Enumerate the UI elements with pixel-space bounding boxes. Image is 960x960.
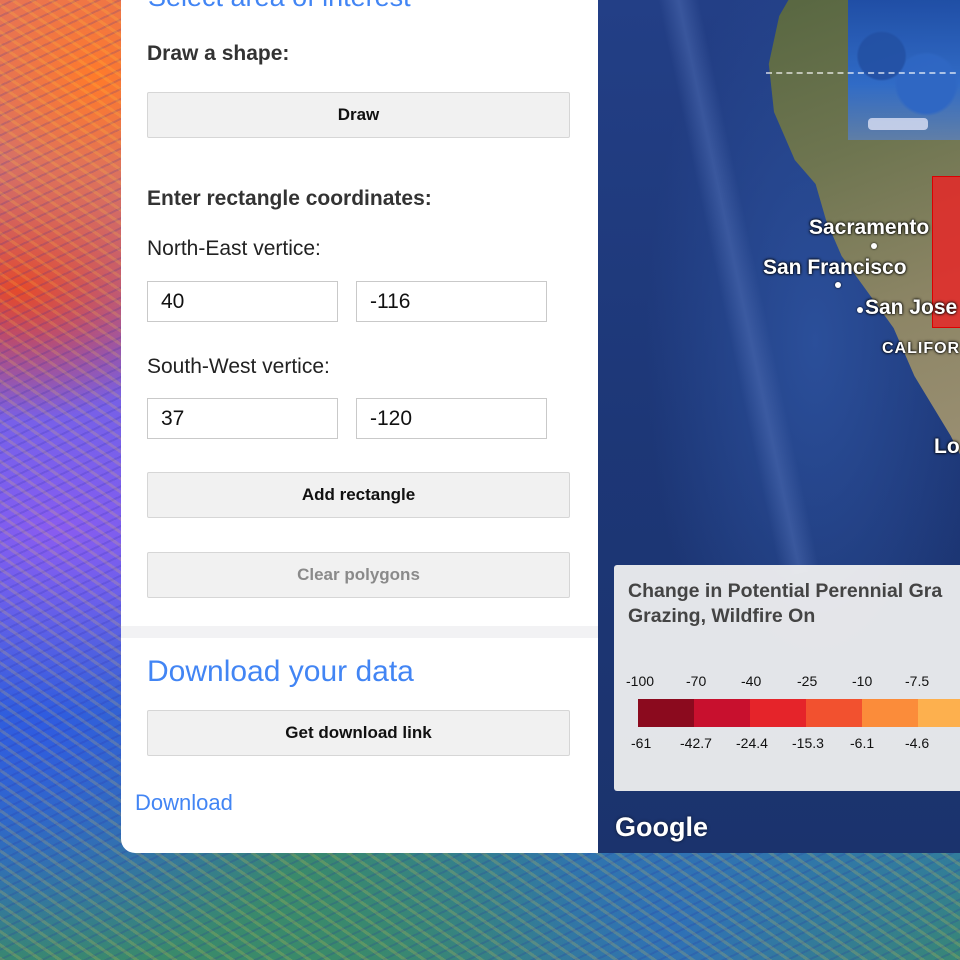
legend-swatch: [750, 699, 806, 727]
state-label-california: CALIFOR: [882, 340, 960, 357]
legend-swatch: [918, 699, 960, 727]
south-west-label: South-West vertice:: [147, 355, 330, 378]
rectangle-coordinates-label: Enter rectangle coordinates:: [147, 187, 432, 210]
download-link[interactable]: Download: [135, 790, 233, 816]
legend-top-tick: -7.5: [905, 673, 930, 689]
legend-bottom-tick: -15.3: [792, 735, 824, 751]
south-west-lon-input[interactable]: -120: [356, 398, 547, 439]
city-dot: [835, 282, 841, 288]
legend-top-tick: -10: [852, 673, 873, 689]
city-dot: [857, 307, 863, 313]
legend-top-tick: -100: [626, 673, 655, 689]
south-west-lat-input[interactable]: 37: [147, 398, 338, 439]
legend-title-line-1: Change in Potential Perennial Gra: [628, 580, 943, 602]
legend-swatch: [862, 699, 918, 727]
map-legend: Change in Potential Perennial Gra Grazin…: [614, 565, 960, 791]
legend-bottom-tick: -42.7: [680, 735, 712, 751]
city-label-sacramento: Sacramento: [809, 216, 930, 239]
legend-swatch: [806, 699, 862, 727]
draw-button[interactable]: Draw: [147, 92, 570, 138]
legend-top-tick: -40: [741, 673, 762, 689]
legend-top-tick: -25: [797, 673, 818, 689]
city-label-san-francisco: San Francisco: [763, 256, 907, 279]
city-label-san-jose: San Jose: [865, 296, 958, 319]
get-download-link-button[interactable]: Get download link: [147, 710, 570, 756]
legend-bottom-tick: -6.1: [850, 735, 875, 751]
legend-color-bar: [638, 699, 960, 727]
add-rectangle-button[interactable]: Add rectangle: [147, 472, 570, 518]
legend-bottom-tick: -61: [631, 735, 652, 751]
google-logo: Google: [615, 812, 708, 842]
draw-shape-label: Draw a shape:: [147, 42, 290, 65]
clear-polygons-button[interactable]: Clear polygons: [147, 552, 570, 598]
north-east-label: North-East vertice:: [147, 237, 321, 260]
legend-title: Change in Potential Perennial Gra Grazin…: [628, 579, 960, 629]
legend-bottom-tick: -4.6: [905, 735, 930, 751]
state-border-line: [766, 72, 960, 74]
legend-title-line-2: Grazing, Wildfire On: [628, 605, 816, 627]
section-divider: [121, 626, 598, 638]
legend-top-tick: -70: [686, 673, 707, 689]
legend-bottom-tick: -24.4: [736, 735, 768, 751]
data-overlay-speck: [868, 118, 928, 130]
download-section-title: Download your data: [147, 655, 414, 688]
legend-swatch: [638, 699, 694, 727]
north-east-lon-input[interactable]: -116: [356, 281, 547, 322]
city-dot: [871, 243, 877, 249]
side-panel: Select area of interest Draw a shape: Dr…: [121, 0, 598, 853]
legend-swatch: [694, 699, 750, 727]
north-east-lat-input[interactable]: 40: [147, 281, 338, 322]
section-title: Select area of interest: [148, 0, 411, 13]
city-label-los-angeles: Lo: [934, 435, 960, 458]
